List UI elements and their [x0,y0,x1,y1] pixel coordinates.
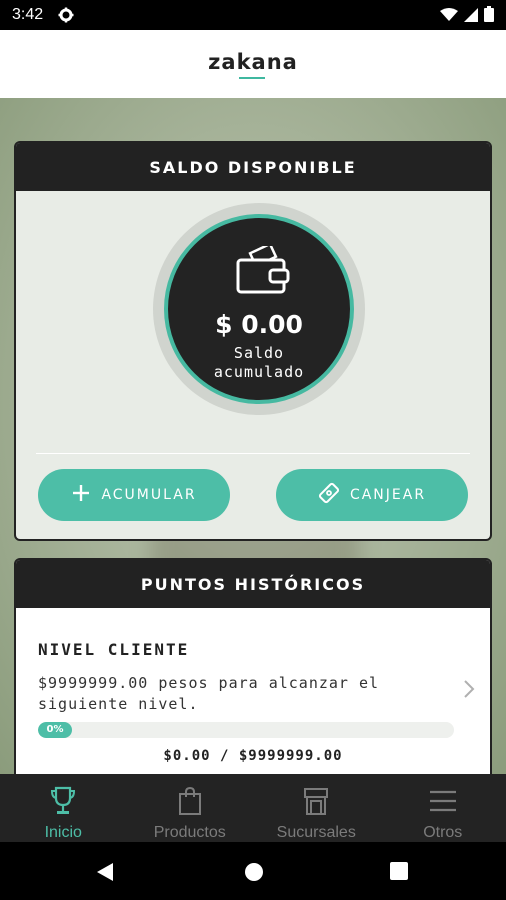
menu-icon [380,784,506,818]
divider [36,453,470,454]
level-progress-bar: 0% [38,722,454,738]
progress-text: $0.00 / $9999999.00 [163,748,343,764]
saldo-card: SALDO DISPONIBLE $ 0.00 Saldo acumulado … [14,141,492,541]
balance-ring: $ 0.00 Saldo acumulado [153,203,365,415]
home-icon[interactable] [244,862,264,886]
plus-icon [71,483,91,507]
chevron-right-icon[interactable] [462,678,476,704]
wifi-icon [440,7,458,26]
system-nav-bar [0,842,506,900]
back-icon[interactable] [96,862,114,886]
puntos-card-title: PUNTOS HISTÓRICOS [16,560,490,608]
wallet-icon [236,242,290,298]
signal-icon [464,7,478,26]
app-logo: zakana [208,50,298,74]
bottom-tab-bar: Inicio Productos Sucursales Otros [0,774,506,842]
ticket-icon [318,482,340,508]
gear-icon [58,7,74,27]
recents-icon[interactable] [390,862,408,884]
status-time: 3:42 [12,6,44,23]
puntos-card[interactable]: PUNTOS HISTÓRICOS NIVEL CLIENTE $9999999… [14,558,492,788]
level-description: $9999999.00 pesos para alcanzar el sigui… [38,674,380,713]
app-header: zakana [0,30,506,98]
tab-sucursales[interactable]: Sucursales [253,774,380,842]
tab-inicio[interactable]: Inicio [0,774,127,842]
battery-icon [484,6,494,26]
accumulate-button[interactable]: ACUMULAR [38,469,230,521]
trophy-icon [0,784,127,818]
status-bar: 3:42 [0,0,506,30]
saldo-card-title: SALDO DISPONIBLE [16,143,490,191]
tab-otros[interactable]: Otros [380,774,506,842]
balance-amount: $ 0.00 [215,310,303,339]
tab-productos[interactable]: Productos [127,774,254,842]
shopping-bag-icon [127,784,254,818]
redeem-button[interactable]: CANJEAR [276,469,468,521]
store-icon [253,784,380,818]
balance-circle: $ 0.00 Saldo acumulado [164,214,354,404]
progress-fill: 0% [38,722,72,738]
balance-label: Saldo acumulado [213,344,305,381]
level-title: NIVEL CLIENTE [38,640,190,659]
